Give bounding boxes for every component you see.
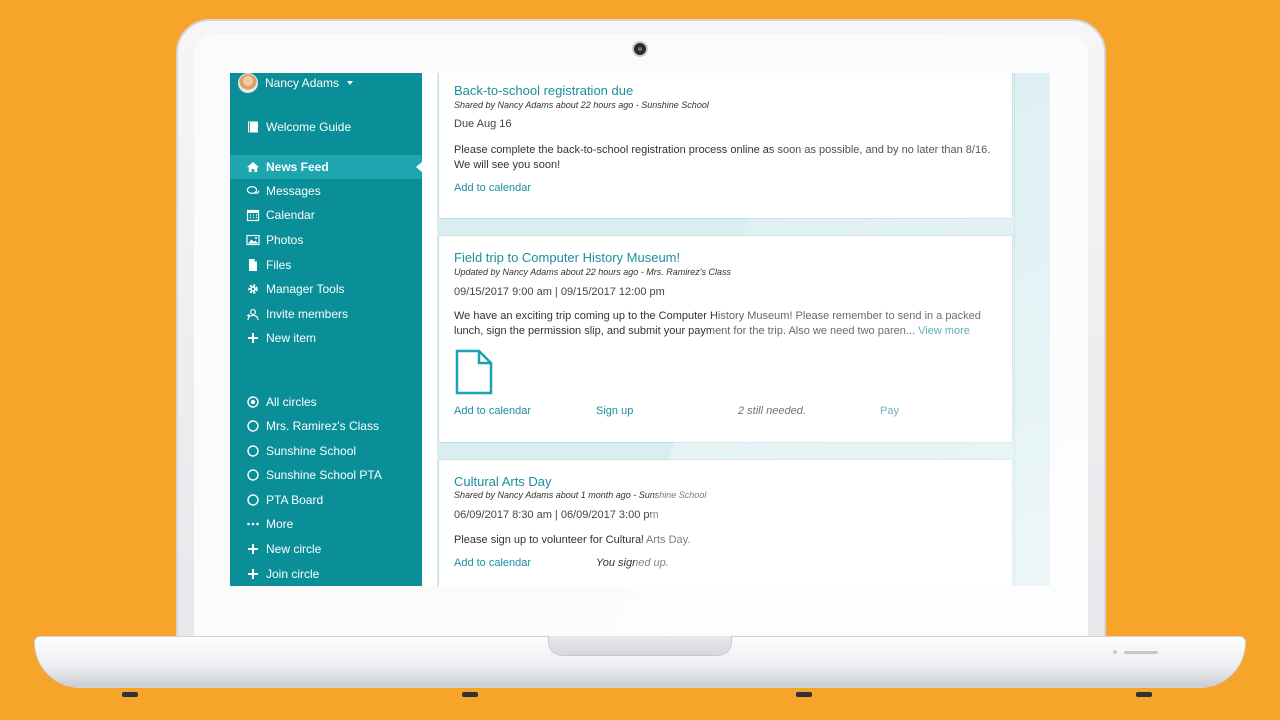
circle-mrs-ramirez-class[interactable]: Mrs. Ramirez's Class xyxy=(230,414,422,438)
circle-label: Sunshine School PTA xyxy=(266,468,382,482)
sidebar-item-calendar[interactable]: Calendar xyxy=(230,203,422,227)
plus-icon xyxy=(246,542,260,556)
still-needed-note: 2 still needed. xyxy=(738,405,806,417)
post-date: 06/09/2017 8:30 am | 06/09/2017 3:00 pm xyxy=(454,509,659,521)
sidebar-item-files[interactable]: Files xyxy=(230,253,422,277)
sidebar-item-label: New item xyxy=(266,331,317,345)
webcam-icon xyxy=(632,41,648,57)
circle-sunshine-school[interactable]: Sunshine School xyxy=(230,439,422,463)
laptop-vent xyxy=(1124,651,1158,654)
circle-label: All circles xyxy=(266,395,317,409)
post-card: Field trip to Computer History Museum! U… xyxy=(438,235,1013,443)
post-card: Cultural Arts Day Shared by Nancy Adams … xyxy=(438,459,1013,586)
signed-up-note: You signed up. xyxy=(596,557,669,569)
user-menu[interactable]: Nancy Adams xyxy=(238,73,354,93)
post-title[interactable]: Back-to-school registration due xyxy=(454,83,633,98)
right-rail xyxy=(1014,73,1050,586)
plus-icon xyxy=(246,567,260,581)
book-icon xyxy=(246,120,260,134)
circle-label: Sunshine School xyxy=(266,444,357,458)
radio-icon xyxy=(246,468,260,482)
post-meta: Shared by Nancy Adams about 1 month ago … xyxy=(454,490,707,500)
laptop-foot xyxy=(796,692,812,697)
avatar xyxy=(238,73,258,93)
circle-label: New circle xyxy=(266,542,322,556)
pay-link[interactable]: Pay xyxy=(880,405,899,417)
file-icon xyxy=(246,258,260,272)
post-meta: Shared by Nancy Adams about 22 hours ago… xyxy=(454,100,709,110)
home-icon xyxy=(246,160,260,174)
sidebar-item-label: Invite members xyxy=(266,307,349,321)
sidebar-item-label: News Feed xyxy=(266,160,329,174)
circle-label: More xyxy=(266,517,294,531)
add-to-calendar-link[interactable]: Add to calendar xyxy=(454,405,531,417)
sign-up-link[interactable]: Sign up xyxy=(596,405,633,417)
circle-label: Join circle xyxy=(266,567,320,581)
news-feed: Back-to-school registration due Shared b… xyxy=(422,73,1050,586)
laptop-foot xyxy=(462,692,478,697)
post-date: 09/15/2017 9:00 am | 09/15/2017 12:00 pm xyxy=(454,286,665,298)
radio-selected-icon xyxy=(246,395,260,409)
sidebar-item-welcome-guide[interactable]: Welcome Guide xyxy=(230,115,422,139)
circle-pta-board[interactable]: PTA Board xyxy=(230,488,422,512)
calendar-icon xyxy=(246,208,260,222)
circle-all-circles[interactable]: All circles xyxy=(230,390,422,414)
user-name: Nancy Adams xyxy=(265,76,340,90)
post-meta: Updated by Nancy Adams about 22 hours ag… xyxy=(454,267,732,277)
ellipsis-icon xyxy=(246,517,260,531)
laptop-hinge xyxy=(548,636,732,656)
post-date: Due Aug 16 xyxy=(454,118,512,130)
post-body: Please complete the back-to-school regis… xyxy=(454,144,991,171)
power-led xyxy=(1113,650,1117,654)
sidebar-item-messages[interactable]: Messages xyxy=(230,179,422,203)
sidebar-item-photos[interactable]: Photos xyxy=(230,228,422,252)
post-title[interactable]: Cultural Arts Day xyxy=(454,474,552,489)
add-to-calendar-link[interactable]: Add to calendar xyxy=(454,182,531,194)
sidebar-item-label: Files xyxy=(266,258,292,272)
sidebar-item-label: Calendar xyxy=(266,208,315,222)
sidebar-item-label: Welcome Guide xyxy=(266,120,352,134)
laptop-foot xyxy=(1136,692,1152,697)
sidebar-item-new-item[interactable]: New item xyxy=(230,326,422,350)
circle-label: Mrs. Ramirez's Class xyxy=(266,419,379,433)
circle-join-circle[interactable]: Join circle xyxy=(230,562,422,586)
post-body: We have an exciting trip coming up to th… xyxy=(454,309,1002,339)
circle-more[interactable]: More xyxy=(230,512,422,536)
invite-icon xyxy=(246,307,260,321)
laptop-foot xyxy=(122,692,138,697)
post-title[interactable]: Field trip to Computer History Museum! xyxy=(454,250,680,265)
app-screen: Nancy Adams Welcome Guide News Feed Mess… xyxy=(230,73,1050,586)
sidebar-item-news-feed[interactable]: News Feed xyxy=(230,155,423,179)
post-body: Please sign up to volunteer for Cultural… xyxy=(454,534,691,546)
sidebar-item-manager-tools[interactable]: Manager Tools xyxy=(230,277,422,301)
sidebar-item-label: Manager Tools xyxy=(266,282,345,296)
view-more-link[interactable]: View more xyxy=(918,325,970,337)
photo-icon xyxy=(246,233,260,247)
circle-new-circle[interactable]: New circle xyxy=(230,537,422,561)
sidebar-item-invite-members[interactable]: Invite members xyxy=(230,302,422,326)
circle-sunshine-school-pta[interactable]: Sunshine School PTA xyxy=(230,463,422,487)
document-icon[interactable] xyxy=(454,349,494,395)
caret-down-icon xyxy=(347,81,354,85)
add-to-calendar-link[interactable]: Add to calendar xyxy=(454,557,531,569)
sidebar-item-label: Photos xyxy=(266,233,304,247)
chat-icon xyxy=(246,184,260,198)
plus-icon xyxy=(246,331,260,345)
radio-icon xyxy=(246,419,260,433)
gear-icon xyxy=(246,282,260,296)
circle-label: PTA Board xyxy=(266,493,324,507)
sidebar: Nancy Adams Welcome Guide News Feed Mess… xyxy=(230,73,423,586)
post-body-text: We have an exciting trip coming up to th… xyxy=(454,310,981,337)
sidebar-item-label: Messages xyxy=(266,184,321,198)
radio-icon xyxy=(246,493,260,507)
radio-icon xyxy=(246,444,260,458)
post-card: Back-to-school registration due Shared b… xyxy=(438,73,1013,219)
